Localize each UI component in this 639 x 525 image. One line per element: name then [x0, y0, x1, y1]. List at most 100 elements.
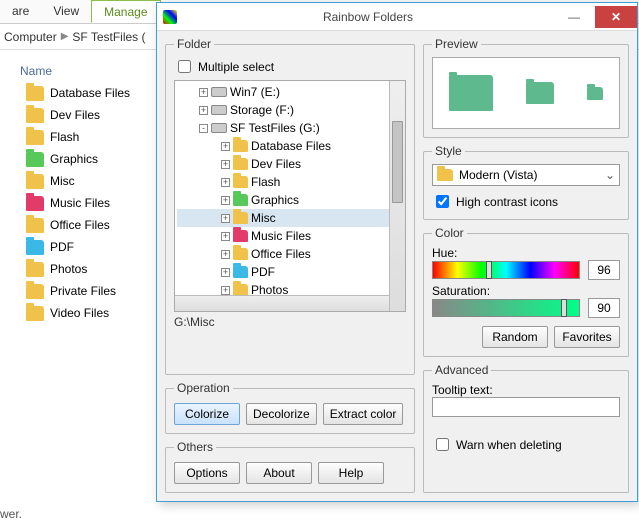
- expand-icon[interactable]: +: [221, 160, 230, 169]
- folder-icon: [233, 266, 248, 278]
- list-item[interactable]: Private Files: [20, 280, 155, 302]
- tree-folder[interactable]: +Graphics: [177, 191, 403, 209]
- list-item[interactable]: Graphics: [20, 148, 155, 170]
- saturation-value[interactable]: 90: [588, 298, 620, 318]
- tree-folder[interactable]: + Dev Files: [177, 155, 403, 173]
- list-item-label: Music Files: [50, 196, 110, 210]
- list-item[interactable]: Photos: [20, 258, 155, 280]
- tree-label: Flash: [251, 175, 280, 189]
- tree-label: Office Files: [251, 247, 311, 261]
- titlebar[interactable]: Rainbow Folders — ✕: [157, 3, 637, 31]
- expand-icon[interactable]: +: [221, 214, 230, 223]
- list-item-label: Dev Files: [50, 108, 100, 122]
- drive-icon: [211, 123, 227, 133]
- high-contrast-checkbox[interactable]: High contrast icons: [432, 192, 620, 211]
- folder-icon: [26, 306, 44, 321]
- expand-icon[interactable]: +: [221, 250, 230, 259]
- folder-icon: [26, 218, 44, 233]
- others-legend: Others: [174, 440, 216, 454]
- folder-group: Folder Multiple select +Win7 (E:)+Storag…: [165, 37, 415, 375]
- rainbow-folders-window: Rainbow Folders — ✕ Folder Multiple sele…: [156, 2, 638, 502]
- tooltip-input[interactable]: [432, 397, 620, 417]
- list-item[interactable]: PDF: [20, 236, 155, 258]
- expand-icon[interactable]: +: [199, 106, 208, 115]
- tree-drive[interactable]: - SF TestFiles (G:): [177, 119, 403, 137]
- folder-icon: [26, 240, 44, 255]
- extract-color-button[interactable]: Extract color: [323, 403, 404, 425]
- app-icon: [163, 10, 177, 24]
- folder-icon: [26, 262, 44, 277]
- saturation-slider[interactable]: [432, 299, 580, 317]
- help-button[interactable]: Help: [318, 462, 384, 484]
- hue-value[interactable]: 96: [588, 260, 620, 280]
- expand-icon[interactable]: +: [221, 142, 230, 151]
- favorites-button[interactable]: Favorites: [554, 326, 620, 348]
- tree-label: SF TestFiles (G:): [230, 121, 320, 135]
- folder-icon: [233, 194, 248, 206]
- expand-icon[interactable]: +: [221, 178, 230, 187]
- folder-icon: [26, 152, 44, 167]
- tree-label: Misc: [251, 211, 276, 225]
- decolorize-button[interactable]: Decolorize: [246, 403, 317, 425]
- color-legend: Color: [432, 226, 467, 240]
- list-item[interactable]: Dev Files: [20, 104, 155, 126]
- warn-checkbox[interactable]: Warn when deleting: [432, 435, 620, 454]
- list-item[interactable]: Video Files: [20, 302, 155, 324]
- colorize-button[interactable]: Colorize: [174, 403, 240, 425]
- folder-icon: [233, 230, 248, 242]
- tree-folder[interactable]: + Office Files: [177, 245, 403, 263]
- list-item-label: Photos: [50, 262, 87, 276]
- folder-tree[interactable]: +Win7 (E:)+Storage (F:) - SF TestFiles (G:…: [174, 80, 406, 312]
- multiple-select-checkbox[interactable]: Multiple select: [174, 57, 406, 76]
- ribbon-tab-share[interactable]: are: [0, 0, 41, 23]
- collapse-icon[interactable]: -: [199, 124, 208, 133]
- scrollbar-horizontal[interactable]: [175, 295, 389, 311]
- explorer-list: Name Database Files Dev Files FlashGraphic…: [20, 62, 155, 324]
- folder-icon: [26, 130, 44, 145]
- multiple-select-input[interactable]: [178, 60, 191, 73]
- hue-label: Hue:: [432, 246, 620, 260]
- folder-icon: [233, 158, 248, 170]
- tree-label: Dev Files: [251, 157, 301, 171]
- list-item[interactable]: Music Files: [20, 192, 155, 214]
- minimize-button[interactable]: —: [553, 6, 595, 28]
- advanced-group: Advanced Tooltip text: Warn when deletin…: [423, 363, 629, 493]
- about-button[interactable]: About: [246, 462, 312, 484]
- list-item[interactable]: Database Files: [20, 82, 155, 104]
- style-select[interactable]: Modern (Vista) ⌄: [432, 164, 620, 186]
- tree-folder[interactable]: +Database Files: [177, 137, 403, 155]
- scrollbar-vertical[interactable]: [389, 81, 405, 311]
- preview-folder-small-icon: [587, 87, 603, 100]
- expand-icon[interactable]: +: [221, 232, 230, 241]
- ribbon-tab-manage[interactable]: Manage: [91, 0, 160, 23]
- warn-input[interactable]: [436, 438, 449, 451]
- tree-folder[interactable]: +Music Files: [177, 227, 403, 245]
- list-item-label: Database Files: [50, 86, 130, 100]
- ribbon-tab-view[interactable]: View: [41, 0, 91, 23]
- expand-icon[interactable]: +: [221, 196, 230, 205]
- list-item-label: PDF: [50, 240, 74, 254]
- random-button[interactable]: Random: [482, 326, 548, 348]
- close-button[interactable]: ✕: [595, 6, 637, 28]
- tree-drive[interactable]: +Win7 (E:): [177, 83, 403, 101]
- tree-folder[interactable]: +PDF: [177, 263, 403, 281]
- name-column-header[interactable]: Name: [20, 62, 155, 82]
- tree-folder[interactable]: + Misc: [177, 209, 403, 227]
- hue-slider[interactable]: [432, 261, 580, 279]
- high-contrast-label: High contrast icons: [456, 195, 558, 209]
- list-item[interactable]: Misc: [20, 170, 155, 192]
- tree-drive[interactable]: +Storage (F:): [177, 101, 403, 119]
- options-button[interactable]: Options: [174, 462, 240, 484]
- folder-icon: [26, 174, 44, 189]
- expand-icon[interactable]: +: [221, 286, 230, 295]
- breadcrumb-part[interactable]: Computer: [4, 30, 57, 44]
- high-contrast-input[interactable]: [436, 195, 449, 208]
- breadcrumb-part[interactable]: SF TestFiles (: [72, 30, 145, 44]
- expand-icon[interactable]: +: [221, 268, 230, 277]
- expand-icon[interactable]: +: [199, 88, 208, 97]
- preview-folder-medium-icon: [526, 82, 554, 104]
- tree-folder[interactable]: + Flash: [177, 173, 403, 191]
- color-group: Color Hue: 96 Saturation: 90 Random Favo…: [423, 226, 629, 357]
- list-item[interactable]: Flash: [20, 126, 155, 148]
- list-item[interactable]: Office Files: [20, 214, 155, 236]
